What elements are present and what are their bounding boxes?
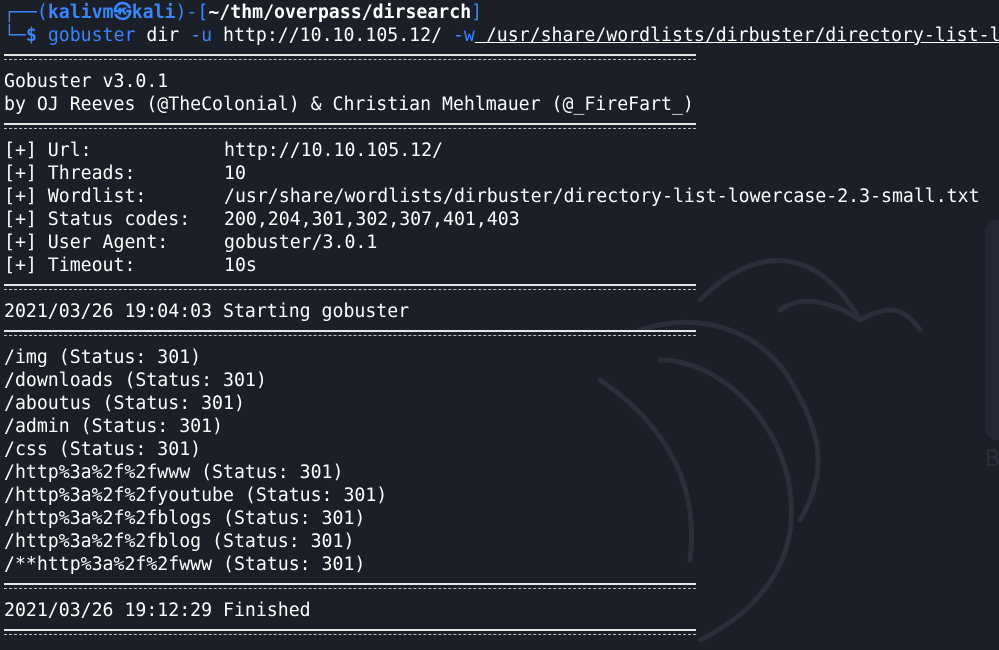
command-flag-u: -u: [190, 25, 213, 46]
result-line: /img (Status: 301): [4, 347, 202, 368]
config-row: [+] Threads: 10: [4, 162, 999, 185]
config-key: [+] Threads:: [4, 163, 136, 184]
result-line: /css (Status: 301): [4, 439, 202, 460]
config-value: 10s: [224, 255, 257, 276]
prompt-corner: └─: [4, 25, 26, 46]
config-value: /usr/share/wordlists/dirbuster/directory…: [224, 186, 980, 207]
result-line: /http%3a%2f%2fyoutube (Status: 301): [4, 485, 388, 506]
separator: [4, 116, 999, 139]
config-value: 10: [224, 163, 246, 184]
command-name: gobuster: [47, 25, 136, 46]
prompt-dollar: $: [25, 25, 48, 46]
prompt-line: ┌──(kalivm㉿kali)-[~/thm/overpass/dirsear…: [4, 1, 999, 24]
separator: [4, 622, 999, 645]
terminal-output[interactable]: ┌──(kalivm㉿kali)-[~/thm/overpass/dirsear…: [4, 1, 999, 645]
separator: [4, 277, 999, 300]
banner-title: Gobuster v3.0.1: [4, 71, 169, 92]
command-line[interactable]: └─$ gobuster dir -u http://10.10.105.12/…: [4, 24, 999, 47]
config-key: [+] Url:: [4, 140, 92, 161]
result-line: /http%3a%2f%2fblog (Status: 301): [4, 531, 355, 552]
config-value: http://10.10.105.12/: [224, 140, 443, 161]
config-row: [+] Url: http://10.10.105.12/: [4, 139, 999, 162]
config-value: gobuster/3.0.1: [224, 232, 378, 253]
result-line: /aboutus (Status: 301): [4, 393, 245, 414]
result-line: /admin (Status: 301): [4, 416, 223, 437]
prompt-path: ~/thm/overpass/dirsearch: [208, 2, 472, 23]
config-key: [+] User Agent:: [4, 232, 169, 253]
separator: [4, 576, 999, 599]
result-line: /**http%3a%2f%2fwww (Status: 301): [4, 554, 366, 575]
config-key: [+] Status codes:: [4, 209, 191, 230]
result-line: /http%3a%2f%2fwww (Status: 301): [4, 462, 344, 483]
config-row: [+] Wordlist: /usr/share/wordlists/dirbus…: [4, 185, 999, 208]
config-key: [+] Timeout:: [4, 255, 136, 276]
banner-credits: by OJ Reeves (@TheColonial) & Christian …: [4, 94, 694, 115]
config-value: 200,204,301,302,307,401,403: [224, 209, 520, 230]
config-key: [+] Wordlist:: [4, 186, 147, 207]
prompt-user-host: kalivm㉿kali: [47, 2, 176, 23]
result-line: /downloads (Status: 301): [4, 370, 267, 391]
command-wordlist-path: /usr/share/wordlists/dirbuster/directory…: [474, 25, 999, 46]
prompt-close-bracket: )-[: [175, 2, 209, 23]
result-line: /http%3a%2f%2fblogs (Status: 301): [4, 508, 366, 529]
start-timestamp-line: 2021/03/26 19:04:03 Starting gobuster: [4, 301, 410, 322]
finish-timestamp-line: 2021/03/26 19:12:29 Finished: [4, 600, 311, 621]
command-flag-w: -w: [452, 25, 475, 46]
prompt-open-bracket: ┌──(: [4, 2, 48, 23]
config-row: [+] Status codes: 200,204,301,302,307,401…: [4, 208, 999, 231]
separator: [4, 323, 999, 346]
command-subcommand: dir: [135, 25, 191, 46]
prompt-end-bracket: ]: [471, 2, 483, 23]
command-url: http://10.10.105.12/: [212, 25, 453, 46]
separator: [4, 47, 999, 70]
config-row: [+] User Agent: gobuster/3.0.1: [4, 231, 999, 254]
config-row: [+] Timeout: 10s: [4, 254, 999, 277]
